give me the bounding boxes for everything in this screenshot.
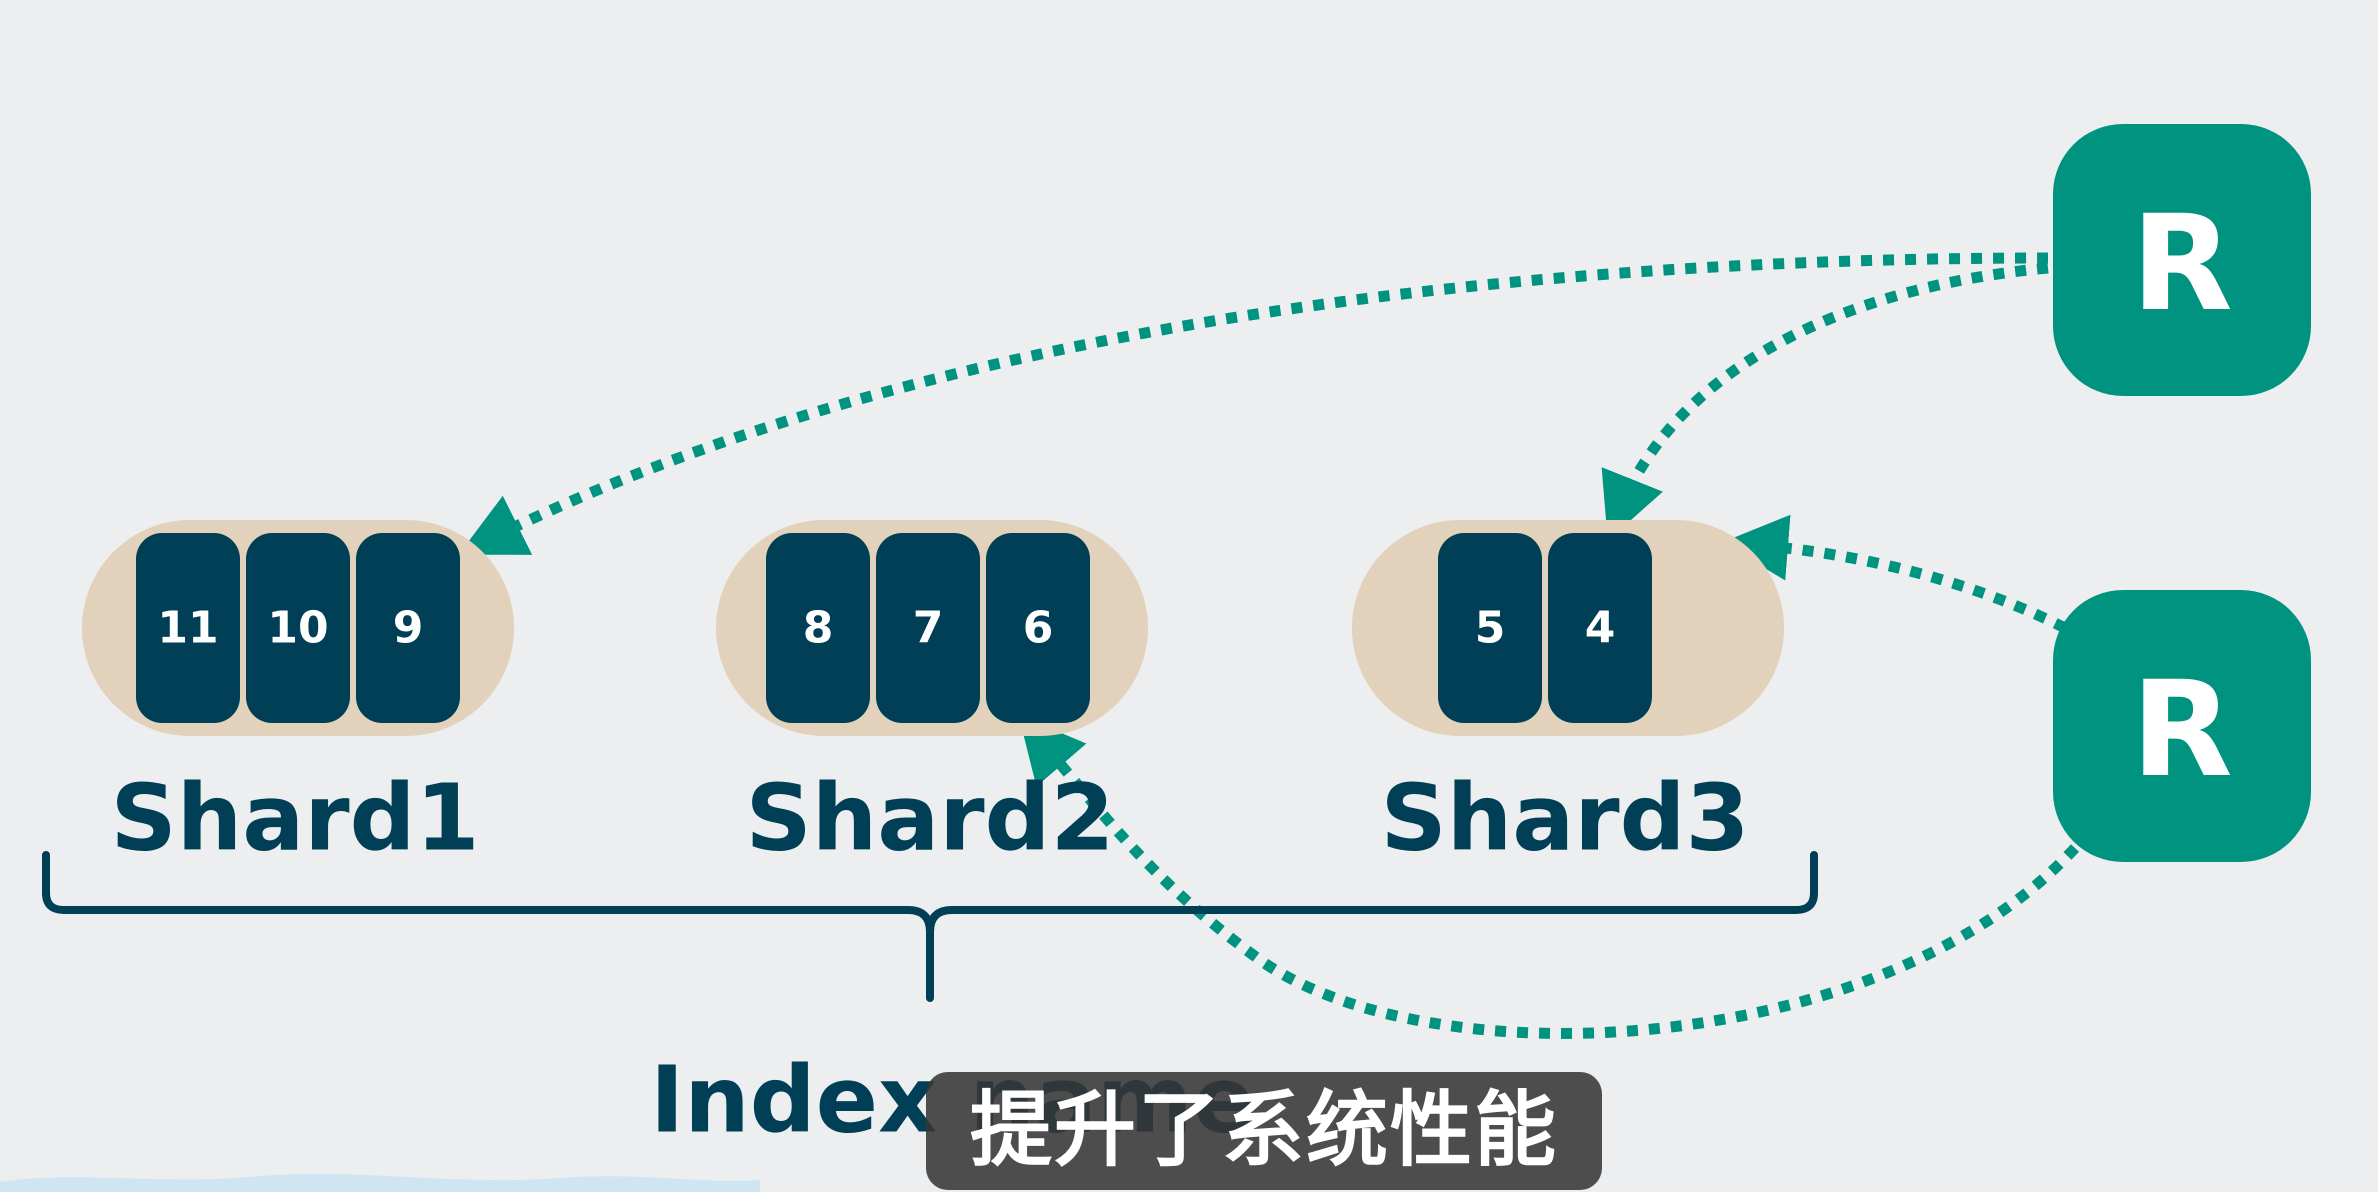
shard-name: Shard2 — [745, 765, 1114, 872]
doc-number: 9 — [393, 603, 424, 654]
doc-number: 8 — [803, 603, 834, 654]
replica-label: R — [2131, 653, 2233, 807]
decorative-wave — [0, 1173, 760, 1192]
subtitle-text: 提升了系统性能 — [969, 1083, 1558, 1178]
shard-1: 11 10 9 Shard1 — [82, 520, 514, 872]
doc-number: 10 — [267, 603, 328, 654]
arrow-replica1-to-shard3 — [1601, 262, 2049, 541]
doc-number: 4 — [1585, 603, 1616, 654]
shard-name: Shard1 — [110, 765, 479, 872]
replica-box-1: R — [2053, 124, 2311, 396]
arrow-replica2-to-shard3 — [1722, 514, 2068, 633]
replica-label: R — [2131, 187, 2233, 341]
arrow-replica1-to-shard1 — [458, 252, 2049, 555]
index-sharding-diagram: R R 11 10 9 Shard1 8 7 6 Shard2 5 4 Shar… — [0, 124, 2311, 1192]
doc-number: 7 — [913, 603, 944, 654]
shard-name: Shard3 — [1380, 765, 1749, 872]
video-frame: R R 11 10 9 Shard1 8 7 6 Shard2 5 4 Shar… — [0, 0, 2378, 1192]
replica-box-2: R — [2053, 590, 2311, 862]
shard-2: 8 7 6 Shard2 — [716, 520, 1148, 872]
subtitle-box: 提升了系统性能 — [926, 1072, 1602, 1190]
index-brace — [42, 851, 1818, 1002]
doc-number: 5 — [1475, 603, 1506, 654]
doc-number: 6 — [1023, 603, 1054, 654]
doc-number: 11 — [157, 603, 218, 654]
shard-3: 5 4 Shard3 — [1352, 520, 1784, 872]
